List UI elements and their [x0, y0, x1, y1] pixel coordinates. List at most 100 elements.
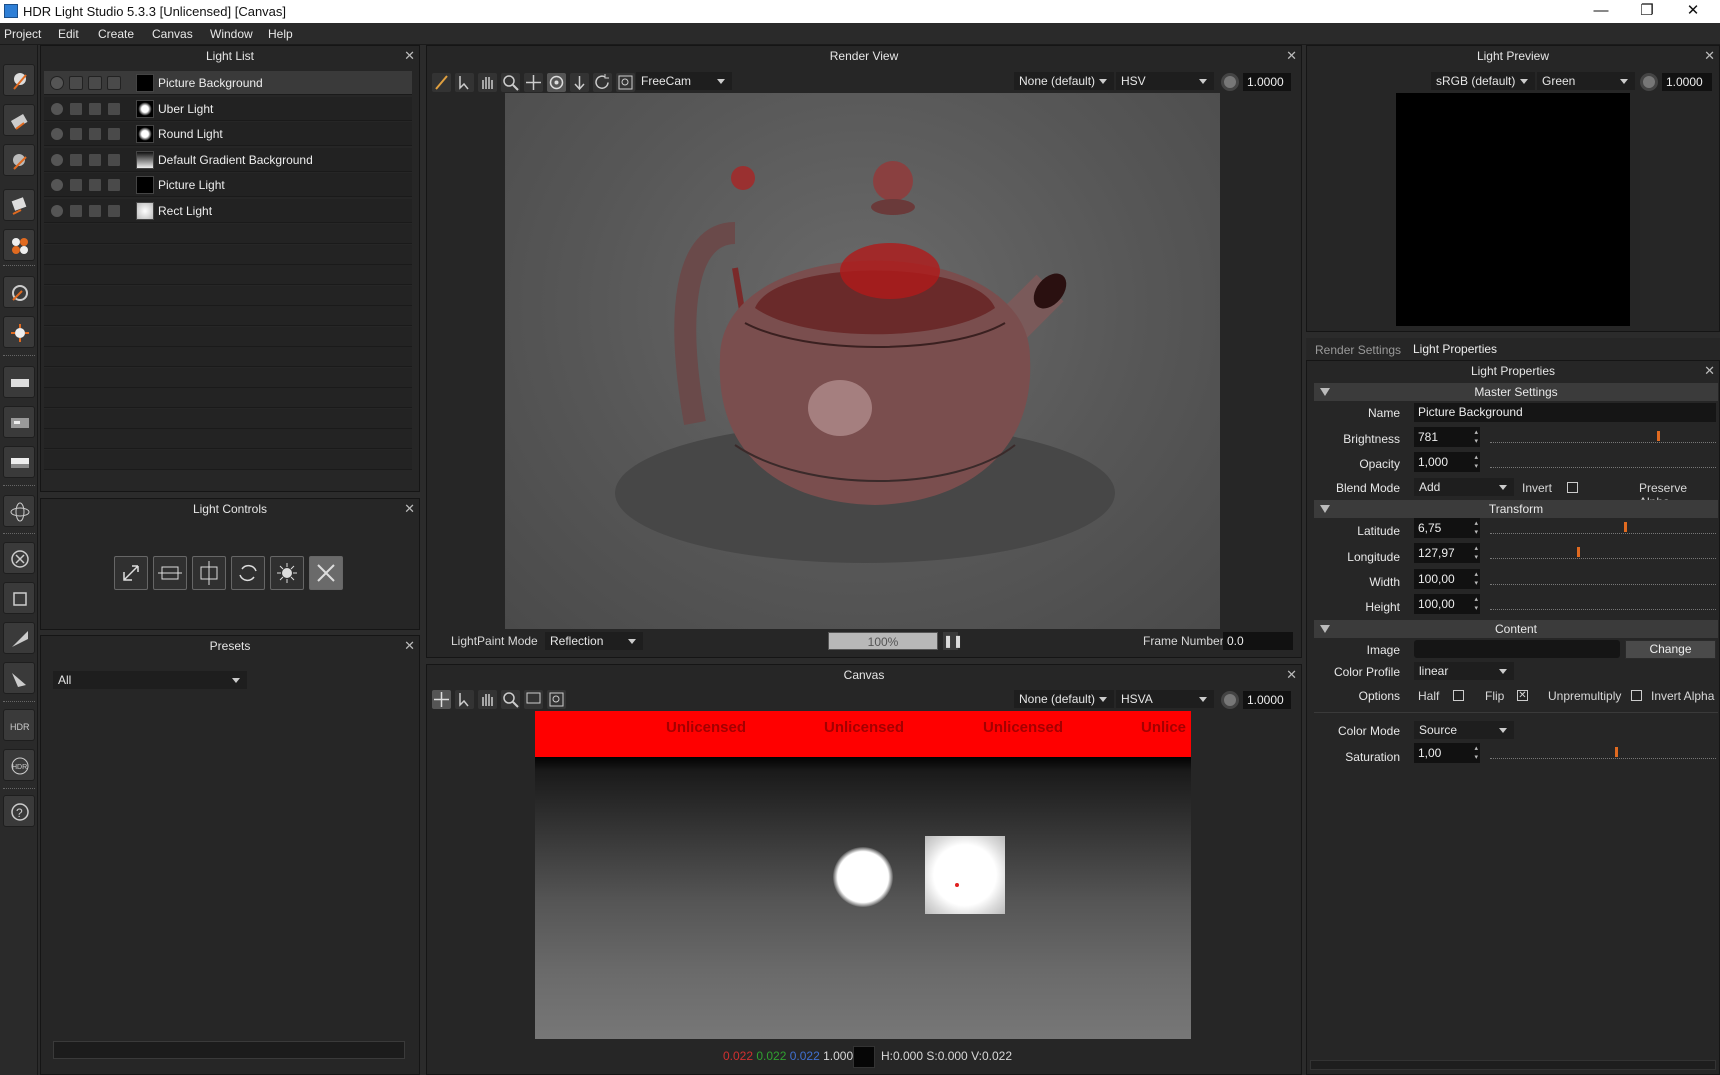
brightness-spinbox[interactable]: 781 — [1414, 427, 1480, 447]
exposure-reset-icon[interactable] — [1640, 73, 1658, 91]
width-spinbox[interactable]: 100,00 — [1414, 569, 1480, 589]
latitude-spinbox[interactable]: 6,75 — [1414, 518, 1480, 538]
light-paint-icon[interactable] — [3, 276, 35, 308]
lock-icon[interactable] — [88, 101, 102, 116]
render-exposure-field[interactable]: 1.0000 — [1243, 73, 1291, 91]
lock-icon[interactable] — [88, 152, 102, 167]
light-sun-icon[interactable] — [3, 316, 35, 348]
flip-checkbox[interactable]: ✕ — [1517, 690, 1528, 701]
exposure-reset-icon[interactable] — [1221, 73, 1239, 91]
solo-icon[interactable] — [69, 152, 83, 167]
color-background-icon[interactable] — [3, 446, 35, 478]
close-icon[interactable]: ✕ — [1704, 48, 1715, 64]
longitude-slider[interactable] — [1490, 547, 1716, 559]
preview-exposure-field[interactable]: 1.0000 — [1662, 73, 1712, 91]
menu-project[interactable]: Project — [4, 27, 41, 41]
delete-light-icon[interactable] — [3, 542, 35, 574]
light-handle-dot[interactable] — [955, 883, 959, 887]
atom-icon[interactable] — [3, 495, 35, 527]
select-arrow-icon[interactable] — [455, 73, 474, 92]
select-arrow-icon[interactable] — [455, 690, 474, 709]
master-settings-header[interactable]: Master Settings — [1314, 383, 1718, 401]
light-list-item[interactable]: Round Light — [44, 122, 412, 146]
slider-knob[interactable] — [1576, 547, 1580, 557]
create-picture-light-icon[interactable] — [3, 189, 35, 221]
opacity-spinbox[interactable]: 1,000 — [1414, 452, 1480, 472]
fit-view-icon[interactable] — [547, 690, 566, 709]
render-lut-dropdown[interactable]: None (default) — [1014, 72, 1114, 90]
slider-knob[interactable] — [1657, 431, 1661, 441]
collapse-triangle-icon[interactable] — [1320, 388, 1330, 396]
dolly-icon[interactable] — [570, 73, 589, 92]
duplicate-light-icon[interactable] — [3, 582, 35, 614]
lock-icon[interactable] — [88, 76, 102, 90]
shadow-icon[interactable] — [3, 662, 35, 694]
close-icon[interactable]: ✕ — [404, 501, 415, 517]
transform-header[interactable]: Transform — [1314, 500, 1718, 518]
pause-icon[interactable]: ❚❚ — [943, 632, 963, 650]
invert-checkbox[interactable] — [1567, 482, 1578, 493]
opacity-slider[interactable] — [1490, 458, 1716, 468]
collapse-triangle-icon[interactable] — [1320, 625, 1330, 633]
close-icon[interactable]: ✕ — [1286, 48, 1297, 64]
light-name-field[interactable]: Picture Background — [1414, 403, 1716, 422]
help-icon[interactable]: ? — [3, 795, 35, 827]
color-profile-dropdown[interactable]: linear — [1414, 662, 1514, 680]
light-list-item[interactable]: Default Gradient Background — [44, 147, 412, 172]
half-checkbox[interactable] — [1453, 690, 1464, 701]
change-image-button[interactable]: Change — [1625, 640, 1716, 659]
visibility-icon[interactable] — [50, 178, 64, 192]
properties-scrollbar[interactable] — [1310, 1060, 1716, 1070]
close-icon[interactable]: ✕ — [404, 638, 415, 654]
menu-help[interactable]: Help — [268, 27, 293, 41]
saturation-slider[interactable] — [1490, 747, 1716, 759]
paint-brush-icon[interactable] — [432, 73, 451, 92]
render-icon[interactable] — [107, 203, 121, 218]
slider-knob[interactable] — [1614, 747, 1618, 757]
visibility-icon[interactable] — [50, 76, 64, 90]
visibility-icon[interactable] — [50, 203, 64, 218]
saturation-spinbox[interactable]: 1,00 — [1414, 743, 1480, 763]
move-cross-icon[interactable] — [432, 690, 451, 709]
width-slider[interactable] — [1490, 575, 1716, 585]
light-list-item[interactable]: Rect Light — [44, 198, 412, 223]
light-list-item[interactable]: Uber Light — [44, 96, 412, 121]
zoom-icon[interactable] — [501, 73, 520, 92]
lock-icon[interactable] — [88, 203, 102, 218]
render-icon[interactable] — [107, 76, 121, 90]
light-list-item[interactable]: Picture Background — [44, 71, 412, 95]
unpremultiply-checkbox[interactable] — [1631, 690, 1642, 701]
solo-icon[interactable] — [69, 203, 83, 218]
slider-knob[interactable] — [1623, 522, 1627, 532]
solo-icon[interactable] — [69, 76, 83, 90]
refresh-icon[interactable] — [593, 73, 612, 92]
render-viewport[interactable] — [505, 93, 1220, 629]
hdr-refresh-icon[interactable]: HDR — [3, 749, 35, 781]
region-select-icon[interactable] — [524, 690, 543, 709]
rotate-icon[interactable] — [231, 556, 265, 590]
zoom-icon[interactable] — [501, 690, 520, 709]
create-rect-light-icon[interactable] — [3, 144, 35, 176]
create-uber-light-icon[interactable] — [3, 64, 35, 96]
brightness-slider[interactable] — [1490, 431, 1716, 443]
canvas-viewport[interactable]: Unlicensed Unlicensed Unlicensed Unlice — [535, 711, 1191, 1039]
render-icon[interactable] — [107, 127, 121, 141]
preview-colorspace-dropdown[interactable]: sRGB (default) — [1431, 72, 1535, 90]
camera-dropdown[interactable]: FreeCam — [636, 72, 732, 90]
longitude-spinbox[interactable]: 127,97 — [1414, 543, 1480, 563]
visibility-icon[interactable] — [50, 101, 64, 116]
lock-icon[interactable] — [88, 127, 102, 141]
menu-window[interactable]: Window — [210, 27, 253, 41]
create-round-light-icon[interactable] — [3, 104, 35, 136]
latitude-slider[interactable] — [1490, 522, 1716, 534]
rect-light-shape[interactable] — [925, 836, 1005, 914]
stretch-horizontal-icon[interactable] — [153, 556, 187, 590]
height-slider[interactable] — [1490, 600, 1716, 610]
light-list-item[interactable]: Picture Light — [44, 173, 412, 197]
fit-view-icon[interactable] — [616, 73, 635, 92]
create-preset-icon[interactable] — [3, 229, 35, 261]
stretch-vertical-icon[interactable] — [192, 556, 226, 590]
blend-mode-dropdown[interactable]: Add — [1414, 478, 1514, 496]
lock-icon[interactable] — [88, 178, 102, 192]
image-path-field[interactable] — [1414, 640, 1620, 658]
